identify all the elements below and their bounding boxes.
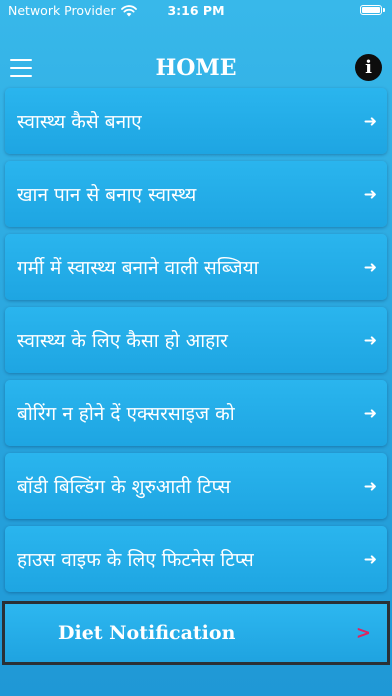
menu-item-exercise-boring[interactable]: बोरिंग न होने दें एक्सरसाइज को ➜ [5,380,387,446]
menu-item-food-health[interactable]: खान पान से बनाए स्वास्थ्य ➜ [5,161,387,227]
menu-item-label: स्वास्थ्य के लिए कैसा हो आहार [17,330,228,352]
info-icon[interactable]: i [355,54,382,81]
menu-item-label: स्वास्थ्य कैसे बनाए [17,111,142,133]
arrow-right-icon: ➜ [363,476,377,496]
menu-item-summer-vegetables[interactable]: गर्मी में स्वास्थ्य बनाने वाली सब्जिया ➜ [5,234,387,300]
menu-item-bodybuilding-tips[interactable]: बॉडी बिल्डिंग के शुरुआती टिप्स ➜ [5,453,387,519]
menu-item-health-build[interactable]: स्वास्थ्य कैसे बनाए ➜ [5,88,387,154]
diet-notification-button[interactable]: Diet Notification > [2,601,390,665]
menu-item-label: गर्मी में स्वास्थ्य बनाने वाली सब्जिया [17,257,259,279]
chevron-right-icon: > [355,622,371,644]
menu-item-housewife-fitness[interactable]: हाउस वाइफ के लिए फिटनेस टिप्स ➜ [5,526,387,592]
nav-bar: HOME i [0,48,392,88]
diet-notification-label: Diet Notification [58,622,236,644]
status-bar: Network Provider 3:16 PM [0,0,392,24]
menu-list: स्वास्थ्य कैसे बनाए ➜ खान पान से बनाए स्… [5,88,387,599]
arrow-right-icon: ➜ [363,257,377,277]
status-time: 3:16 PM [167,3,225,18]
menu-item-label: बोरिंग न होने दें एक्सरसाइज को [17,403,235,425]
arrow-right-icon: ➜ [363,184,377,204]
menu-item-label: हाउस वाइफ के लिए फिटनेस टिप्स [17,549,254,571]
arrow-right-icon: ➜ [363,403,377,423]
menu-item-health-diet[interactable]: स्वास्थ्य के लिए कैसा हो आहार ➜ [5,307,387,373]
arrow-right-icon: ➜ [363,549,377,569]
battery-icon [360,5,385,15]
page-title: HOME [155,55,237,81]
menu-item-label: बॉडी बिल्डिंग के शुरुआती टिप्स [17,476,231,498]
arrow-right-icon: ➜ [363,330,377,350]
arrow-right-icon: ➜ [363,111,377,131]
menu-item-label: खान पान से बनाए स्वास्थ्य [17,184,197,206]
